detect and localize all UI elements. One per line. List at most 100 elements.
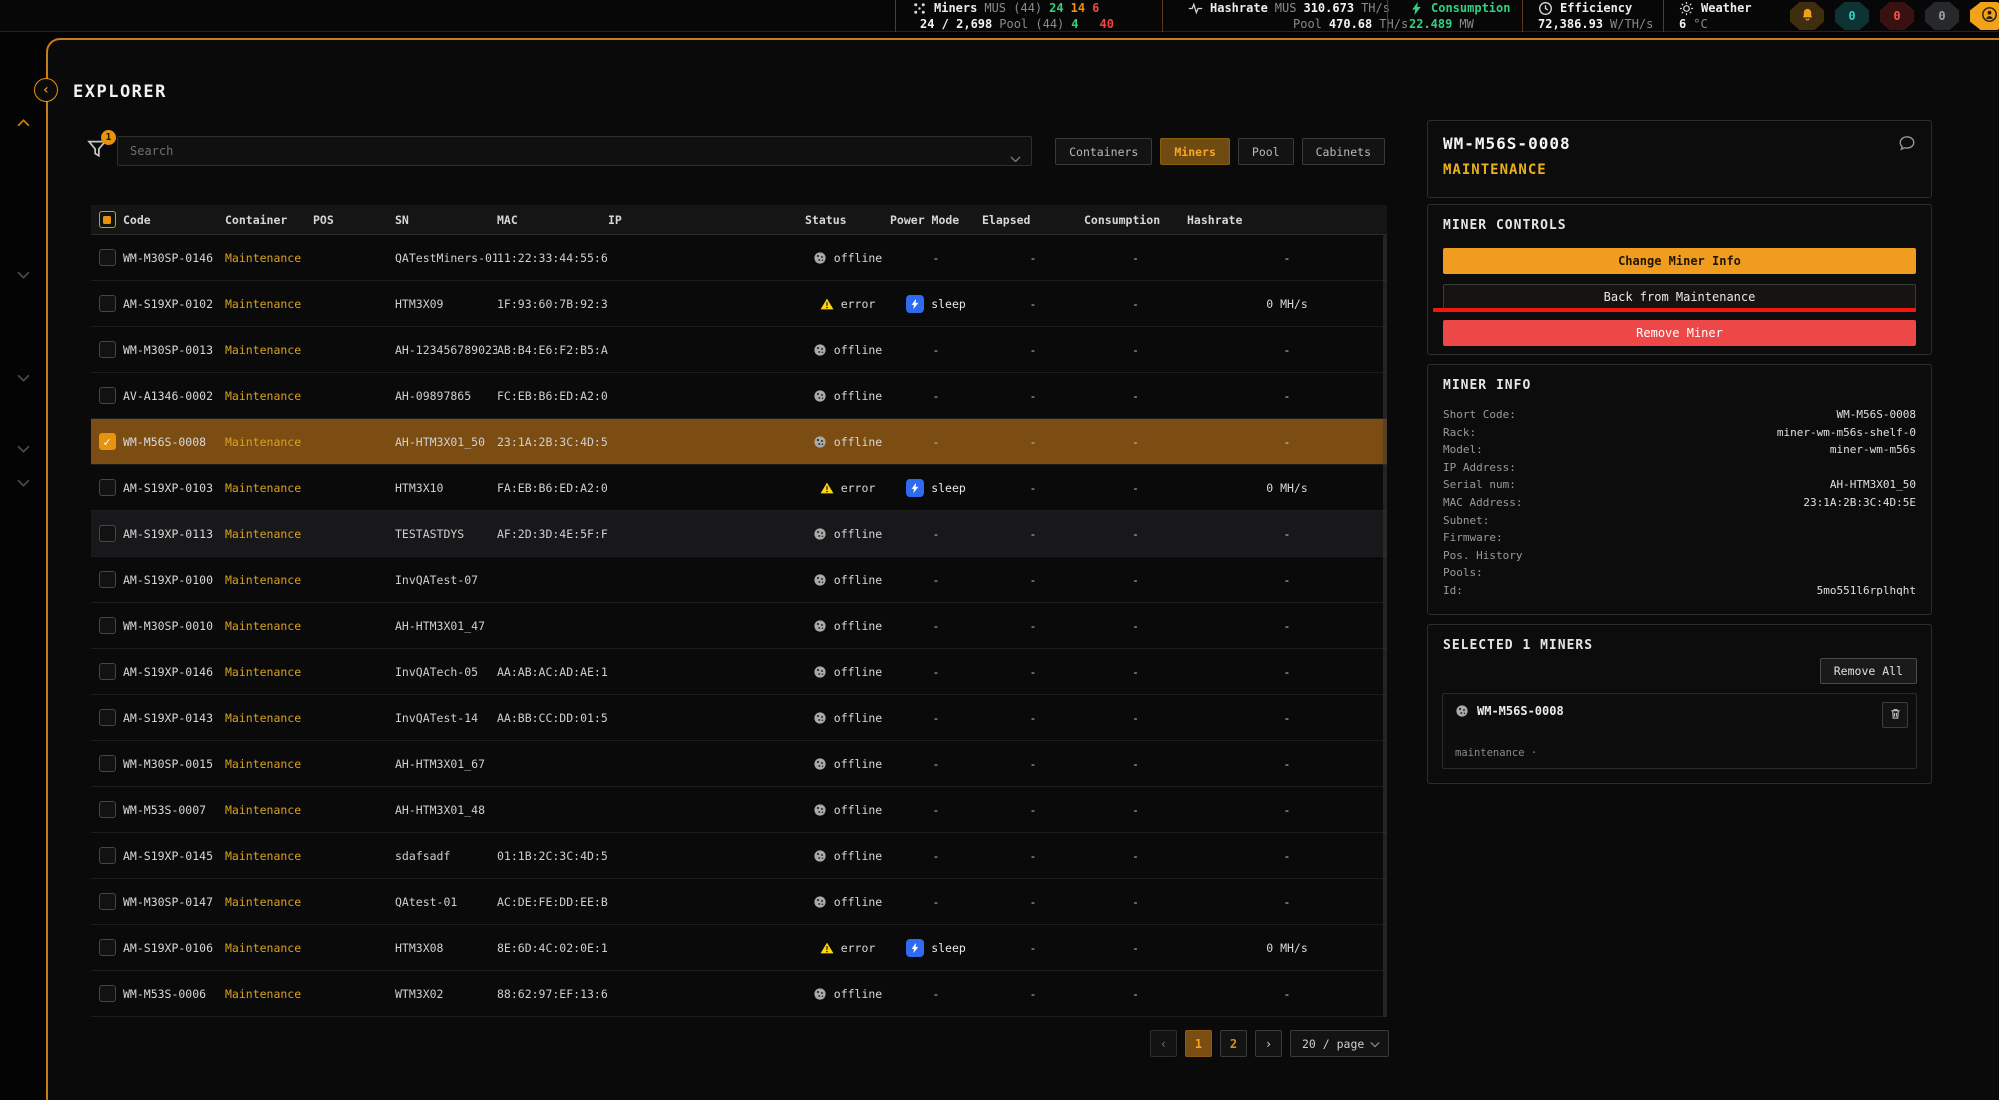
back-button[interactable]: ‹ (34, 78, 58, 102)
table-row[interactable]: WM-M53S-0006 Maintenance WTM3X02 88:62:9… (91, 971, 1387, 1017)
entity-filter-group: Containers Miners Pool Cabinets (1055, 138, 1385, 165)
filter-tab-miners[interactable]: Miners (1160, 138, 1230, 165)
power-mode-empty: - (933, 343, 940, 357)
cell-hashrate: 0 MH/s (1187, 297, 1387, 311)
table-row[interactable]: WM-M53S-0007 Maintenance AH-HTM3X01_48 o… (91, 787, 1387, 833)
cell-elapsed: - (982, 665, 1084, 679)
efficiency-value: 72,386.93 (1538, 17, 1603, 31)
rail-scroll-down-button-2[interactable] (13, 371, 33, 385)
row-checkbox[interactable] (99, 525, 116, 542)
cell-power-mode: - (890, 849, 982, 863)
table-scrollbar[interactable] (1383, 235, 1387, 1017)
table-row[interactable]: WM-M30SP-0010 Maintenance AH-HTM3X01_47 … (91, 603, 1387, 649)
row-checkbox[interactable] (99, 433, 116, 450)
pagination-page-1[interactable]: 1 (1185, 1030, 1212, 1057)
row-checkbox[interactable] (99, 663, 116, 680)
col-container: Container (225, 213, 313, 227)
table-row[interactable]: WM-M30SP-0013 Maintenance AH-12345678902… (91, 327, 1387, 373)
rail-scroll-down-button-3[interactable] (13, 442, 33, 456)
cell-code: AM-S19XP-0106 (123, 941, 225, 955)
table-row[interactable]: AM-S19XP-0146 Maintenance InvQATech-05 A… (91, 649, 1387, 695)
change-miner-info-button[interactable]: Change Miner Info (1443, 248, 1916, 274)
power-mode-empty: - (933, 803, 940, 817)
table-row[interactable]: AM-S19XP-0145 Maintenance sdafsadf 01:1B… (91, 833, 1387, 879)
page-size-select[interactable]: 20 / page (1290, 1030, 1389, 1057)
table-row[interactable]: AM-S19XP-0143 Maintenance InvQATest-14 A… (91, 695, 1387, 741)
row-checkbox[interactable] (99, 985, 116, 1002)
cell-consumption: - (1084, 987, 1187, 1001)
row-checkbox[interactable] (99, 617, 116, 634)
table-row[interactable]: WM-M30SP-0146 Maintenance QATestMiners-0… (91, 235, 1387, 281)
rail-scroll-down-button-1[interactable] (13, 268, 33, 282)
row-checkbox[interactable] (99, 387, 116, 404)
cell-container: Maintenance (225, 573, 313, 587)
cell-container: Maintenance (225, 895, 313, 909)
miner-info-fields: Short Code:WM-M56S-0008 Rack:miner-wm-m5… (1443, 406, 1916, 600)
notifications-bell-button[interactable] (1790, 2, 1824, 30)
table-row[interactable]: AM-S19XP-0100 Maintenance InvQATest-07 o… (91, 557, 1387, 603)
cell-elapsed: - (982, 987, 1084, 1001)
rail-scroll-up-button[interactable] (13, 116, 33, 130)
table-row[interactable]: AM-S19XP-0106 Maintenance HTM3X08 8E:6D:… (91, 925, 1387, 971)
remove-miner-button[interactable]: Remove Miner (1443, 320, 1916, 346)
table-row[interactable]: AV-A1346-0002 Maintenance AH-09897865 FC… (91, 373, 1387, 419)
filter-tab-containers[interactable]: Containers (1055, 138, 1152, 165)
cell-hashrate: - (1187, 987, 1387, 1001)
cell-consumption: - (1084, 665, 1187, 679)
search-field-wrap (117, 136, 1032, 166)
remove-selected-miner-button[interactable] (1882, 702, 1908, 728)
cell-status: offline (805, 757, 890, 771)
table-row[interactable]: AM-S19XP-0103 Maintenance HTM3X10 FA:EB:… (91, 465, 1387, 511)
row-checkbox[interactable] (99, 571, 116, 588)
row-checkbox[interactable] (99, 249, 116, 266)
row-checkbox[interactable] (99, 847, 116, 864)
row-checkbox[interactable] (99, 893, 116, 910)
red-counter-badge[interactable]: 0 (1880, 2, 1914, 30)
offline-icon (813, 665, 827, 679)
gray-counter-badge[interactable]: 0 (1925, 2, 1959, 30)
account-button[interactable] (1970, 2, 1999, 30)
table-row[interactable]: AM-S19XP-0102 Maintenance HTM3X09 1F:93:… (91, 281, 1387, 327)
filter-tab-pool[interactable]: Pool (1238, 138, 1294, 165)
cell-elapsed: - (982, 711, 1084, 725)
cell-elapsed: - (982, 343, 1084, 357)
cell-sn: InvQATech-05 (395, 665, 497, 679)
remove-all-button[interactable]: Remove All (1820, 658, 1917, 684)
row-checkbox[interactable] (99, 479, 116, 496)
pagination-page-2[interactable]: 2 (1220, 1030, 1247, 1057)
table-row[interactable]: WM-M30SP-0015 Maintenance AH-HTM3X01_67 … (91, 741, 1387, 787)
search-input[interactable] (117, 136, 1032, 166)
back-from-maintenance-button[interactable]: Back from Maintenance (1443, 284, 1916, 310)
table-row[interactable]: AM-S19XP-0113 Maintenance TESTASTDYS AF:… (91, 511, 1387, 557)
cell-elapsed: - (982, 803, 1084, 817)
cell-container: Maintenance (225, 665, 313, 679)
consumption-title: Consumption (1431, 1, 1510, 15)
topbar-badges: 0 0 0 (1790, 2, 1999, 30)
rail-scroll-down-button-4[interactable] (13, 476, 33, 490)
cell-mac: AF:2D:3D:4E:5F:FD (497, 527, 608, 541)
row-checkbox[interactable] (99, 341, 116, 358)
pagination-next-button[interactable]: › (1255, 1030, 1282, 1057)
select-all-checkbox[interactable] (99, 211, 116, 228)
cell-power-mode: - (890, 987, 982, 1001)
row-checkbox[interactable] (99, 801, 116, 818)
filter-tab-cabinets[interactable]: Cabinets (1302, 138, 1385, 165)
table-row[interactable]: WM-M56S-0008 Maintenance AH-HTM3X01_50 2… (91, 419, 1387, 465)
hashrate-mus-label: MUS (1275, 1, 1297, 15)
sleep-bolt-icon (906, 295, 924, 313)
col-consumption: Consumption (1084, 213, 1187, 227)
teal-counter-badge[interactable]: 0 (1835, 2, 1869, 30)
offline-icon (813, 527, 827, 541)
cell-container: Maintenance (225, 987, 313, 1001)
cell-status: offline (805, 343, 890, 357)
power-mode-empty: - (933, 573, 940, 587)
cell-mac: FA:EB:B6:ED:A2:03 (497, 481, 608, 495)
comment-button[interactable] (1897, 134, 1917, 154)
row-checkbox[interactable] (99, 755, 116, 772)
row-checkbox[interactable] (99, 939, 116, 956)
cell-code: WM-M53S-0007 (123, 803, 225, 817)
row-checkbox[interactable] (99, 295, 116, 312)
pagination-prev-button[interactable]: ‹ (1150, 1030, 1177, 1057)
table-row[interactable]: WM-M30SP-0147 Maintenance QAtest-01 AC:D… (91, 879, 1387, 925)
row-checkbox[interactable] (99, 709, 116, 726)
